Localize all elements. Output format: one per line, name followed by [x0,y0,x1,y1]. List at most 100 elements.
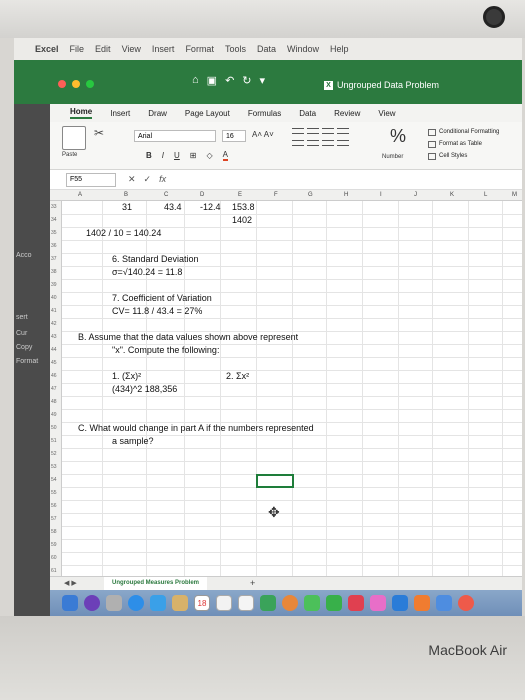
bold-button[interactable]: B [146,151,152,160]
column-header[interactable]: J [414,192,417,198]
row-header[interactable]: 58 [51,529,57,535]
chevron-down-icon[interactable]: ▾ [260,74,266,87]
row-header[interactable]: 52 [51,451,57,457]
redo-icon[interactable]: ↻ [242,74,251,87]
selected-cell-f55[interactable] [256,474,294,488]
row-header[interactable]: 60 [51,555,57,561]
column-header[interactable]: E [238,192,242,198]
column-header[interactable]: L [484,192,487,198]
underline-button[interactable]: U [174,151,180,160]
launchpad-icon[interactable] [106,595,122,611]
column-header[interactable]: K [450,192,454,198]
conditional-formatting-button[interactable]: Conditional Formatting [428,126,499,138]
sheet-nav-arrows-icon[interactable]: ◀ ▶ [64,579,77,587]
menu-view[interactable]: View [122,44,141,54]
row-header[interactable]: 55 [51,490,57,496]
row-header[interactable]: 46 [51,373,57,379]
cell-d46[interactable]: 2. Σx² [226,371,249,381]
itunes-icon[interactable] [370,595,386,611]
news-icon[interactable] [348,595,364,611]
increase-font-icon[interactable]: A˄ A˅ [252,130,274,139]
menu-app-name[interactable]: Excel [35,44,59,54]
cell-b40[interactable]: 7. Coefficient of Variation [112,293,212,303]
name-box[interactable]: F55 [66,172,116,187]
menu-window[interactable]: Window [287,44,319,54]
insert-function-icon[interactable]: fx [159,174,166,185]
paste-button[interactable] [62,126,86,150]
menu-tools[interactable]: Tools [225,44,246,54]
safari-icon[interactable] [128,595,144,611]
zoom-window-button[interactable] [86,80,94,88]
row-header[interactable]: 34 [51,217,57,223]
cell-b38[interactable]: σ=√140.24 = 11.8 [112,267,182,277]
row-header[interactable]: 53 [51,464,57,470]
column-header[interactable]: B [124,192,128,198]
maps-icon[interactable] [260,595,276,611]
row-header[interactable]: 36 [51,243,57,249]
column-header[interactable]: H [344,192,348,198]
minimize-window-button[interactable] [72,80,80,88]
row-header[interactable]: 54 [51,477,57,483]
tab-draw[interactable]: Draw [148,109,167,118]
row-header[interactable]: 40 [51,295,57,301]
reminders-icon[interactable] [238,595,254,611]
cell-c33[interactable]: 43.4 [164,202,182,212]
tab-data[interactable]: Data [299,109,316,118]
row-header[interactable]: 51 [51,438,57,444]
close-window-button[interactable] [58,80,66,88]
column-header[interactable]: G [308,192,313,198]
align-right-icon[interactable] [322,140,334,146]
calendar-icon[interactable]: 18 [194,595,210,611]
tab-page-layout[interactable]: Page Layout [185,109,230,118]
font-color-icon[interactable]: A [222,150,228,161]
notes-icon[interactable] [216,595,232,611]
align-center-icon[interactable] [307,140,319,146]
merge-icon[interactable] [337,140,349,146]
menu-edit[interactable]: Edit [95,44,111,54]
row-header[interactable]: 37 [51,256,57,262]
column-header[interactable]: F [274,192,278,198]
menu-data[interactable]: Data [257,44,276,54]
keynote-icon[interactable] [436,595,452,611]
save-icon[interactable]: ▣ [207,74,217,87]
cell-b33[interactable]: 31 [122,202,132,212]
photos-icon[interactable] [282,595,298,611]
facetime-icon[interactable] [326,595,342,611]
row-header[interactable]: 48 [51,399,57,405]
align-middle-icon[interactable] [307,128,319,134]
cell-b47[interactable]: (434)^2 188,356 [112,384,177,394]
cell-b46[interactable]: 1. (Σx)² [112,371,141,381]
tab-formulas[interactable]: Formulas [248,109,281,118]
tab-insert[interactable]: Insert [110,109,130,118]
font-name-select[interactable]: Arial [134,130,216,142]
row-header[interactable]: 43 [51,334,57,340]
siri-icon[interactable] [84,595,100,611]
cell-d33[interactable]: -12.4 [200,202,221,212]
cell-b41[interactable]: CV= 11.8 / 43.4 = 27% [112,306,202,316]
column-header[interactable]: I [380,192,382,198]
format-as-table-button[interactable]: Format as Table [428,138,499,150]
align-top-icon[interactable] [292,128,304,134]
tab-view[interactable]: View [378,109,395,118]
row-header[interactable]: 49 [51,412,57,418]
italic-button[interactable]: I [162,151,164,160]
cut-icon[interactable]: ✂ [94,126,104,140]
column-header[interactable]: A [78,192,82,198]
column-header[interactable]: M [512,192,517,198]
cell-a35[interactable]: 1402 / 10 = 140.24 [86,228,161,238]
numbers-icon[interactable] [414,595,430,611]
tab-home[interactable]: Home [70,107,93,119]
menu-file[interactable]: File [70,44,85,54]
cell-e34[interactable]: 1402 [232,215,252,225]
row-header[interactable]: 56 [51,503,57,509]
row-header[interactable]: 57 [51,516,57,522]
wrap-text-icon[interactable] [337,128,349,134]
cancel-icon[interactable]: ✕ [128,174,136,185]
row-header[interactable]: 42 [51,321,57,327]
row-header[interactable]: 61 [51,568,57,574]
cell-a43[interactable]: B. Assume that the data values shown abo… [78,332,298,342]
cell-styles-button[interactable]: Cell Styles [428,150,499,162]
row-header[interactable]: 50 [51,425,57,431]
fill-color-icon[interactable]: ◇ [207,151,213,160]
row-header[interactable]: 38 [51,269,57,275]
